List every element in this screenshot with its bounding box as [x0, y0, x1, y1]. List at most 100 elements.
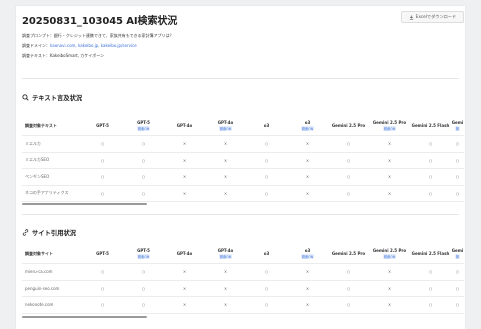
table-row: mieru-ca.com ○ ○ × × ○ × ○ × ○ ○	[22, 263, 464, 281]
status-yes: ○	[328, 263, 369, 281]
status-yes: ○	[82, 185, 123, 202]
column-header-model: GPT-4o 検索ON	[205, 116, 246, 136]
model-name: GPT-4o	[176, 123, 193, 128]
model-name: o3	[304, 248, 311, 253]
status-yes: ○	[123, 152, 164, 169]
model-name: Gemi	[451, 120, 464, 125]
status-yes: ○	[123, 296, 164, 314]
status-yes: ○	[246, 185, 287, 202]
table-row: ミエルカ ○ ○ × × ○ × ○ × ○ ○	[22, 135, 464, 153]
report-page: 20250831_103045 AI検索状況 Excelでダウンロード 調査プロ…	[16, 6, 465, 329]
model-name: o3	[304, 120, 311, 125]
status-yes: ○	[410, 152, 451, 169]
column-header-model: GPT-4o 検索ON	[205, 244, 246, 264]
status-yes: ○	[328, 152, 369, 169]
search-on-badge: 検索ON	[218, 254, 233, 259]
status-no: ×	[369, 263, 410, 281]
model-name: GPT-4o	[217, 120, 234, 125]
row-label: ペンギンSEO	[22, 168, 82, 186]
status-no: ×	[369, 296, 410, 314]
table-row: ペンギンSEO ○ ○ × × ○ × ○ × ○ ○	[22, 168, 464, 186]
status-no: ×	[205, 185, 246, 202]
status-yes: ○	[246, 152, 287, 169]
column-header-model: Gemini 2.5 Pro	[328, 116, 369, 136]
status-no: ×	[369, 135, 410, 153]
model-name: o3	[263, 123, 270, 128]
model-name: GPT-4o	[217, 248, 234, 253]
status-no: ×	[205, 263, 246, 281]
divider	[22, 78, 459, 79]
column-header-model: Gemini 2.5 Pro	[328, 244, 369, 264]
status-no: ×	[164, 296, 205, 314]
status-no: ×	[205, 152, 246, 169]
status-yes: ○	[123, 185, 164, 202]
column-header-model: Gemi 検	[451, 244, 464, 264]
status-no: ×	[205, 135, 246, 153]
meta-domain: 調査ドメイン：kaonavi.com, kakeibo.jp, kakeibo.…	[22, 43, 137, 48]
model-name: GPT-5	[137, 248, 150, 253]
status-yes: ○	[328, 296, 369, 314]
status-yes: ○	[328, 280, 369, 297]
model-name: Gemini 2.5 Flash	[411, 251, 450, 256]
column-header-model: Gemini 2.5 Flash	[410, 244, 451, 264]
magnifier-icon	[22, 94, 29, 101]
column-header-target: 調査対象サイト	[22, 244, 82, 264]
model-name: Gemini 2.5 Pro	[372, 248, 407, 253]
search-on-badge: 検索ON	[136, 126, 151, 131]
meta-text: 調査テキスト：KakeiboSmart, カケイボーン	[22, 53, 104, 58]
status-yes: ○	[82, 135, 123, 153]
excel-download-button[interactable]: Excelでダウンロード	[401, 11, 464, 23]
table-header-row: 調査対象サイト GPT-5 GPT-5 検索ON GPT-4o GPT-4o 検索ON o3 o…	[22, 244, 464, 264]
status-no: ×	[369, 168, 410, 186]
excel-download-label: Excelでダウンロード	[415, 14, 457, 19]
status-yes: ○	[123, 263, 164, 281]
model-name: Gemini 2.5 Pro	[331, 123, 366, 128]
status-no: ×	[164, 168, 205, 186]
search-on-badge: 検索ON	[300, 126, 315, 131]
row-label: ミエルカ	[22, 135, 82, 153]
status-yes: ○	[451, 168, 464, 186]
column-header-model: GPT-4o	[164, 116, 205, 136]
site-section-title: サイト引用状況	[22, 228, 76, 237]
row-label: ネコの手アナリティクス	[22, 185, 82, 202]
status-yes: ○	[410, 280, 451, 297]
text-mention-table: 調査対象テキスト GPT-5 GPT-5 検索ON GPT-4o GPT-4o 検索ON o3…	[22, 116, 464, 202]
domain-links[interactable]: kaonavi.com, kakeibo.jp, kakeibo.jp/serv…	[50, 43, 137, 48]
status-yes: ○	[451, 280, 464, 297]
search-on-badge: 検索ON	[382, 254, 397, 259]
column-header-model: GPT-4o	[164, 244, 205, 264]
status-yes: ○	[410, 296, 451, 314]
status-yes: ○	[328, 168, 369, 186]
model-name: Gemini 2.5 Pro	[331, 251, 366, 256]
link-icon	[22, 229, 29, 236]
site-table-scrollbar[interactable]	[22, 316, 147, 318]
meta-prompt: 調査プロンプト：銀行・クレジット連携できて、家族共有もできる家計簿アプリは？	[22, 33, 174, 38]
status-yes: ○	[82, 296, 123, 314]
status-yes: ○	[123, 280, 164, 297]
column-header-model: Gemini 2.5 Flash	[410, 116, 451, 136]
column-header-model: GPT-5	[82, 116, 123, 136]
status-yes: ○	[451, 263, 464, 281]
status-no: ×	[205, 280, 246, 297]
search-on-badge: 検索ON	[382, 126, 397, 131]
status-yes: ○	[410, 135, 451, 153]
search-on-badge: 検索ON	[218, 126, 233, 131]
status-yes: ○	[410, 168, 451, 186]
search-on-badge: 検	[454, 254, 461, 259]
column-header-model: o3	[246, 116, 287, 136]
status-yes: ○	[123, 168, 164, 186]
model-name: GPT-5	[96, 123, 109, 128]
page-title: 20250831_103045 AI検索状況	[22, 16, 178, 27]
text-table-scrollbar[interactable]	[22, 203, 147, 205]
column-header-model: GPT-5 検索ON	[123, 244, 164, 264]
table-row: ミエルカSEO ○ ○ × × ○ × ○ × ○ ○	[22, 152, 464, 169]
row-label: mieru-ca.com	[22, 263, 82, 281]
status-yes: ○	[82, 168, 123, 186]
model-name: GPT-4o	[176, 251, 193, 256]
column-header-model: o3 検索ON	[287, 244, 328, 264]
status-yes: ○	[451, 185, 464, 202]
model-name: GPT-5	[96, 251, 109, 256]
status-no: ×	[164, 263, 205, 281]
text-value: KakeiboSmart, カケイボーン	[49, 53, 104, 58]
site-citation-table: 調査対象サイト GPT-5 GPT-5 検索ON GPT-4o GPT-4o 検索ON o3 o…	[22, 244, 464, 314]
